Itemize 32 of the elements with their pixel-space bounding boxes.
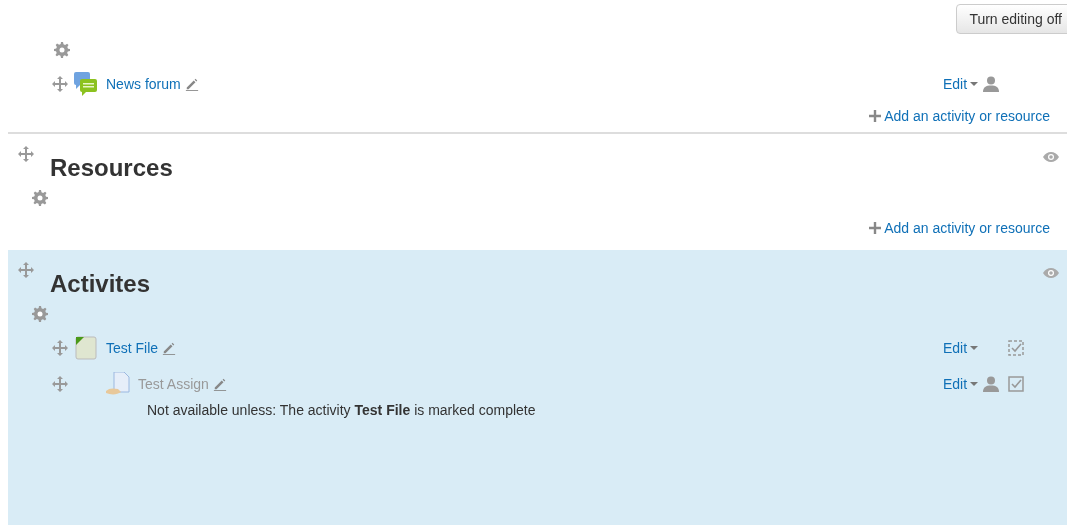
add-activity-link[interactable]: Add an activity or resource [869,220,1050,236]
eye-icon[interactable] [1043,268,1059,278]
move-icon[interactable] [18,146,34,162]
settings-icon[interactable] [32,190,48,206]
edit-menu[interactable]: Edit [943,340,979,356]
move-icon[interactable] [52,340,68,356]
checkbox-icon[interactable] [1007,376,1024,392]
pencil-icon[interactable] [212,377,227,391]
activity-link[interactable]: Test File [106,340,159,356]
person-icon[interactable] [982,376,999,392]
section-title: Resources [50,154,173,182]
add-activity-link[interactable]: Add an activity or resource [869,108,1050,124]
chat-bubbles-icon [74,72,98,96]
document-icon [74,336,98,360]
pencil-icon[interactable] [162,341,177,355]
move-icon[interactable] [52,376,68,392]
document-hand-icon [106,372,130,396]
pencil-icon[interactable] [184,77,199,91]
section-title: Activites [50,270,151,298]
restriction-note: Not available unless: The activity Test File is marked complete [146,401,537,418]
activity-link[interactable]: News forum [106,76,181,92]
settings-icon[interactable] [54,42,70,58]
edit-menu[interactable]: Edit [943,76,979,92]
plus-icon [869,222,882,234]
plus-icon [869,110,882,122]
person-icon[interactable] [982,76,999,92]
move-icon[interactable] [18,262,34,278]
settings-icon[interactable] [32,306,48,322]
eye-icon[interactable] [1043,152,1059,162]
move-icon[interactable] [52,76,68,92]
turn-editing-off-button[interactable]: Turn editing off [956,4,1067,34]
edit-menu[interactable]: Edit [943,376,979,392]
